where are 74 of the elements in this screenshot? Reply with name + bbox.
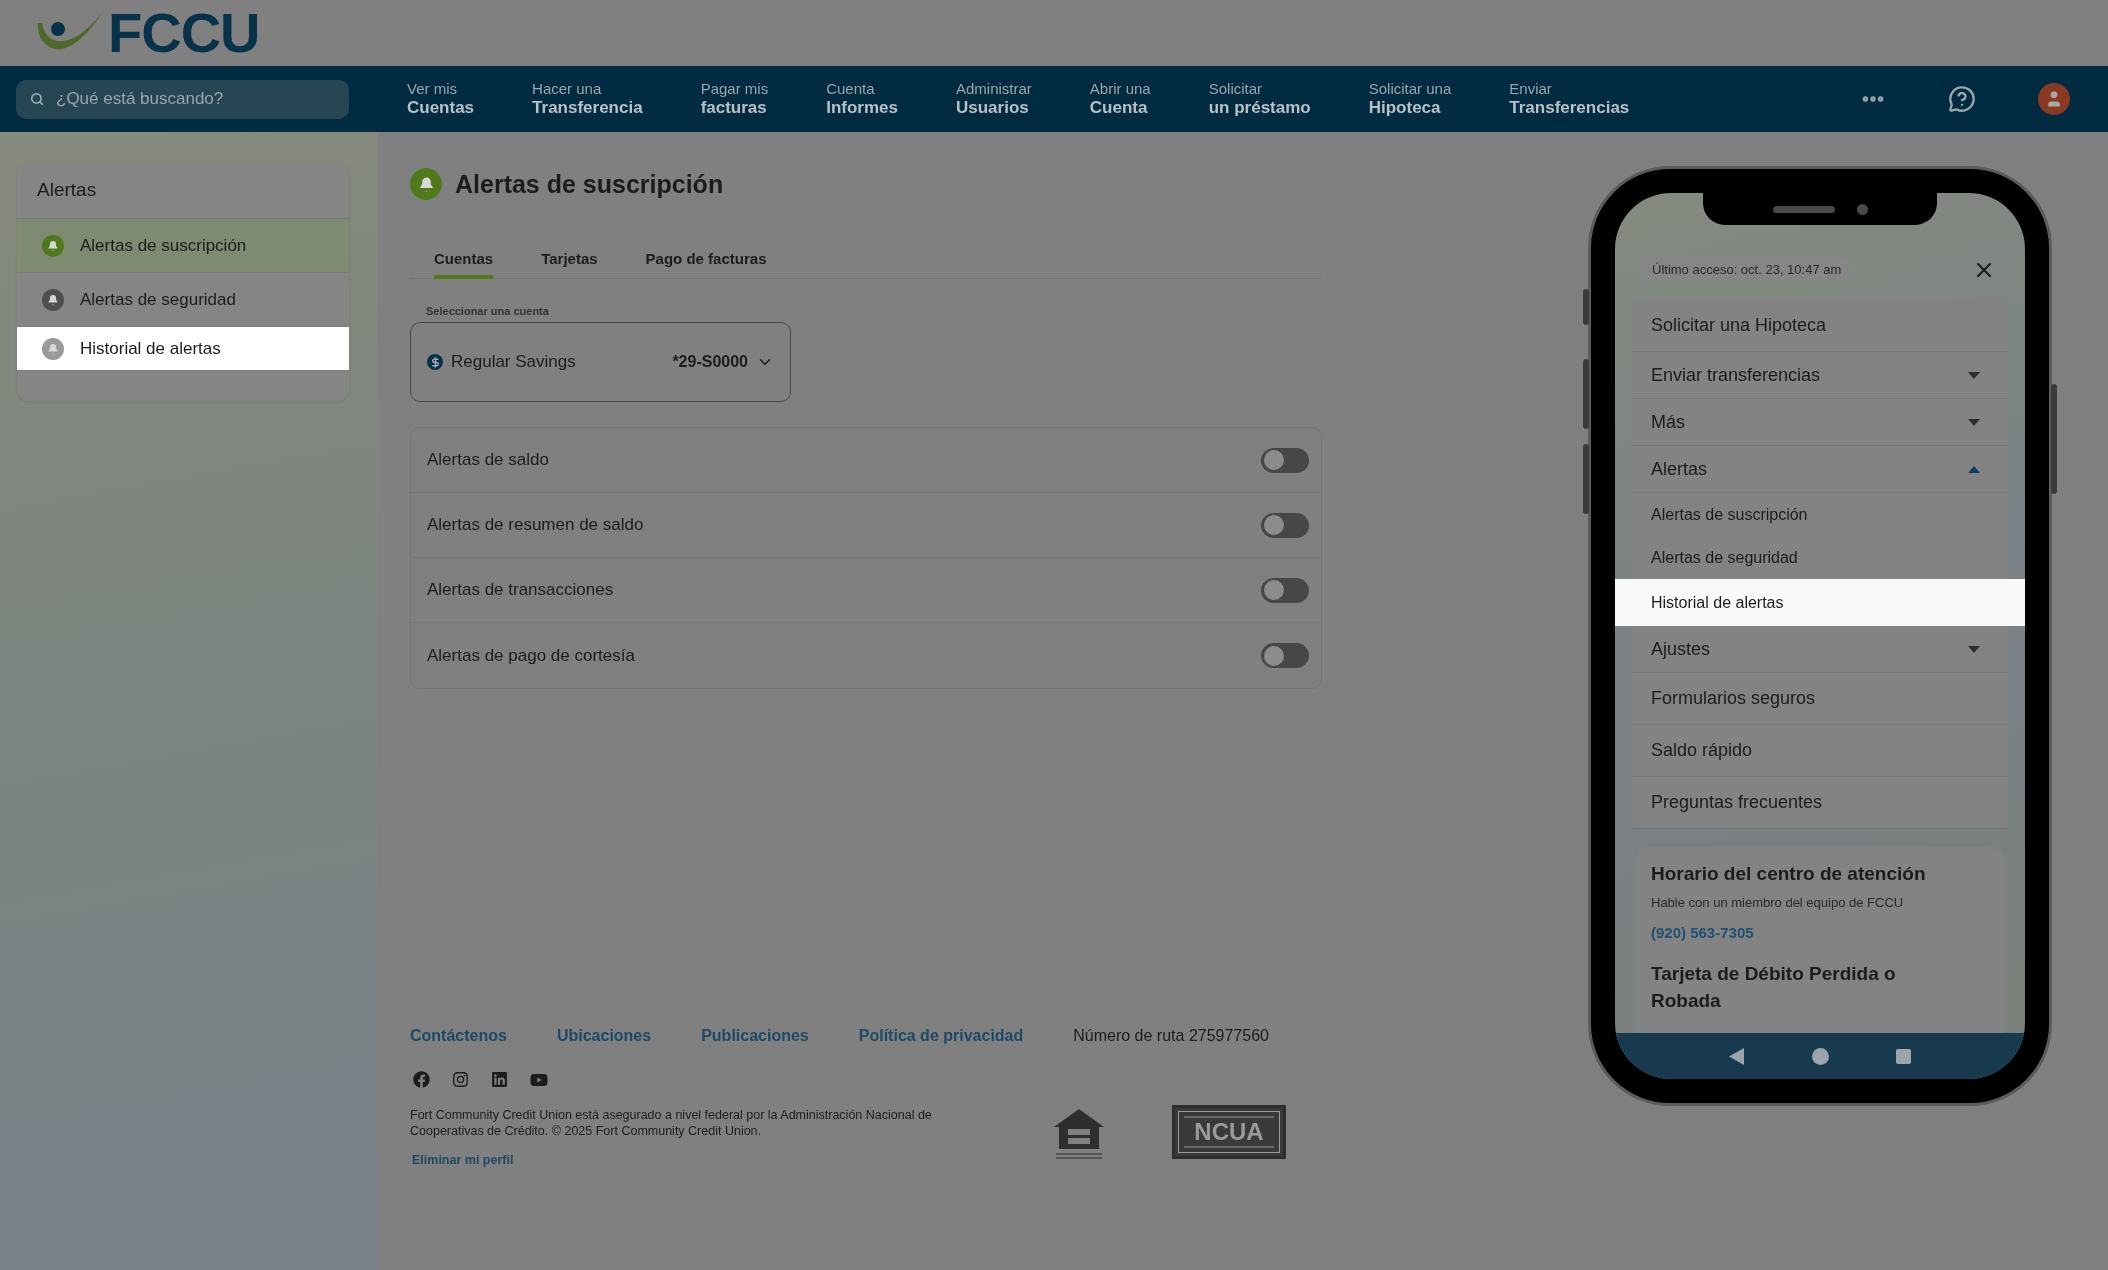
alert-label: Alertas de resumen de saldo — [427, 515, 644, 535]
nav-link[interactable]: Cuenta Informes — [826, 80, 898, 118]
tab[interactable]: Pago de facturas — [645, 250, 767, 279]
toggle-switch[interactable] — [1261, 512, 1309, 538]
support-title: Horario del centro de atención — [1651, 863, 1927, 885]
footer-link[interactable]: Publicaciones — [701, 1027, 809, 1045]
equal-housing-logo — [1052, 1107, 1106, 1161]
sidebar-item-label: Alertas de seguridad — [80, 289, 236, 310]
menu-item[interactable]: Solicitar una Hipoteca — [1632, 300, 2008, 352]
recents-icon[interactable] — [1896, 1048, 1912, 1064]
nav-link[interactable]: Solicitar una Hipoteca — [1368, 80, 1452, 118]
search-field[interactable]: ¿Qué está buscando? — [16, 79, 349, 119]
submenu-item[interactable]: Alertas de seguridad — [1632, 536, 2008, 579]
nav-link[interactable]: Administrar Usuarios — [955, 80, 1032, 118]
caret-icon — [1968, 418, 1980, 426]
nav-link[interactable]: Hacer una Transferencia — [532, 80, 643, 118]
support-subtitle: Hable con un miembro del equipo de FCCU — [1651, 895, 1905, 910]
routing-number: Número de ruta 275977560 — [1073, 1027, 1269, 1045]
menu-item[interactable]: Ajustes — [1632, 626, 2008, 673]
legal-text: Fort Community Credit Union está asegurado a nivel federal por la Administración Nacional de Cooperativas de Crédito. © 2025 Fort Community Credit Union. — [410, 1107, 933, 1139]
sidebar-item-label: Alertas de suscripción — [80, 235, 247, 256]
menu-item[interactable]: Alertas — [1632, 446, 2008, 493]
footer-link[interactable]: Política de privacidad — [858, 1027, 1024, 1045]
back-icon[interactable] — [1728, 1047, 1745, 1065]
alert-label: Alertas de transacciones — [427, 580, 614, 600]
caret-icon — [1968, 371, 1980, 379]
menu-item[interactable]: Preguntas frecuentes — [1632, 777, 2008, 829]
phone-link[interactable]: (920) 563-7305 — [1651, 924, 1754, 941]
delete-profile-link[interactable]: Eliminar mi perfil — [412, 1153, 514, 1167]
bell-icon — [42, 288, 64, 311]
help-chat-icon[interactable] — [1948, 85, 1976, 113]
search-icon — [30, 91, 44, 106]
bell-icon — [410, 168, 442, 200]
ncua-logo: NCUA — [1172, 1105, 1286, 1159]
nav-link[interactable]: Pagar mis facturas — [700, 80, 769, 118]
linkedin-icon[interactable] — [491, 1071, 508, 1089]
nav-link[interactable]: Abrir una Cuenta — [1089, 80, 1151, 118]
sidebar-item-label: Historial de alertas — [80, 338, 221, 359]
footer-link[interactable]: Ubicaciones — [556, 1027, 652, 1045]
bell-icon — [42, 337, 64, 360]
logo[interactable]: FCCU — [34, 5, 260, 61]
nav-link[interactable]: Ver mis Cuentas — [407, 80, 475, 118]
page-title: Alertas de suscripción — [455, 169, 724, 199]
submenu-item[interactable]: Historial de alertas — [1615, 579, 2025, 626]
caret-icon — [1968, 465, 1980, 473]
avatar[interactable] — [2038, 83, 2070, 115]
home-icon[interactable] — [1812, 1047, 1829, 1065]
instagram-icon[interactable] — [452, 1071, 469, 1089]
account-select[interactable]: Regular Savings *29-S0000 — [410, 322, 791, 402]
toggle-switch[interactable] — [1261, 447, 1309, 473]
menu-item[interactable]: Más — [1632, 399, 2008, 446]
toggle-switch[interactable] — [1261, 643, 1309, 668]
nav-link[interactable]: Solicitar un préstamo — [1208, 80, 1311, 118]
youtube-icon[interactable] — [530, 1071, 548, 1089]
bell-icon — [42, 234, 64, 257]
menu-item[interactable]: Enviar transferencias — [1632, 352, 2008, 399]
tab[interactable]: Cuentas — [434, 250, 494, 279]
submenu-item[interactable]: Alertas de suscripción — [1632, 493, 2008, 536]
sidebar-item[interactable]: Historial de alertas — [17, 327, 349, 371]
dollar-icon — [427, 354, 443, 370]
menu-item[interactable]: Formularios seguros — [1632, 673, 2008, 725]
last-access-badge: Último acceso: oct. 23, 10:47 am — [1640, 257, 1854, 282]
footer-link[interactable]: Contáctenos — [410, 1027, 507, 1045]
sidebar-item[interactable]: Alertas de suscripción — [17, 219, 349, 273]
field-label: Seleccionar una cuenta — [426, 305, 550, 317]
toggle-switch[interactable] — [1261, 577, 1309, 603]
alert-label: Alertas de pago de cortesía — [427, 645, 635, 666]
nav-link[interactable]: Enviar Transferencias — [1509, 80, 1630, 118]
alert-label: Alertas de saldo — [427, 450, 549, 470]
caret-icon — [1968, 645, 1980, 653]
facebook-icon[interactable] — [413, 1071, 430, 1089]
card-heading: Tarjeta de Débito Perdida o Robada — [1651, 962, 1897, 1013]
menu-item[interactable]: Saldo rápido — [1632, 725, 2008, 777]
tab[interactable]: Tarjetas — [541, 250, 598, 279]
